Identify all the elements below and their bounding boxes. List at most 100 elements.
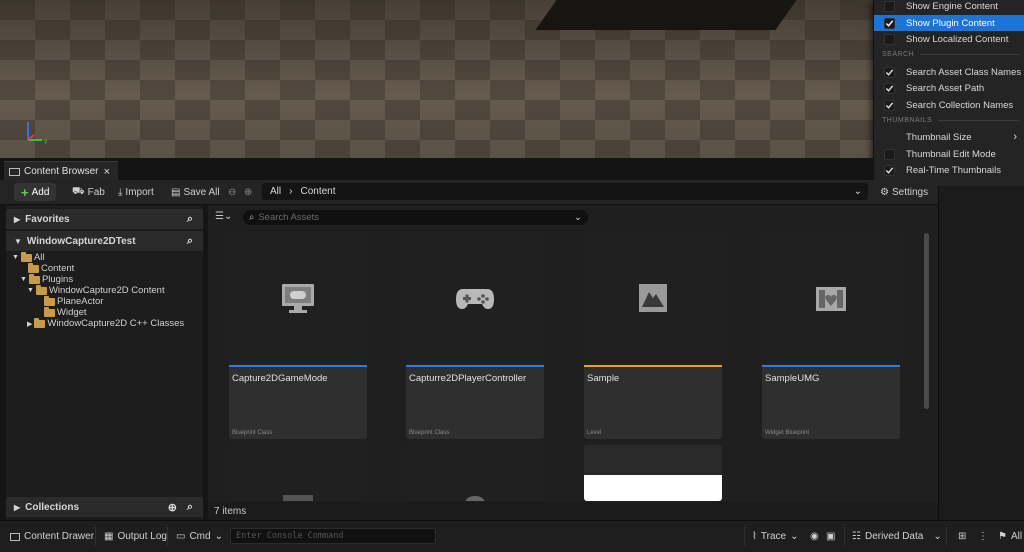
checkbox[interactable] [884, 164, 895, 176]
menu-item-search-asset-path[interactable]: Search Asset Path [874, 80, 1024, 96]
folder-icon [44, 295, 55, 306]
search-assets-input[interactable]: ⌕ Search Assets ⌄ [243, 210, 588, 225]
widget-blueprint-icon [816, 287, 846, 311]
chevron-down-icon: ⌄ [790, 531, 799, 542]
breadcrumb-separator-icon: › [289, 186, 293, 197]
source-control-button[interactable]: ⊞ [958, 521, 966, 552]
menu-item-search-collection-names[interactable]: Search Collection Names [874, 97, 1024, 113]
add-button[interactable]: + Add [14, 183, 57, 201]
expand-arrow-icon: ▶ [14, 214, 21, 224]
save-all-button[interactable]: ▤ Save All [171, 183, 220, 201]
fab-button[interactable]: ⛟ Fab [72, 183, 105, 201]
tree-item-content[interactable]: Content [28, 262, 74, 274]
checkbox[interactable] [884, 17, 895, 29]
asset-type: Blueprint Class [232, 430, 273, 436]
output-log-button[interactable]: ▦ Output Log [104, 521, 167, 552]
breadcrumb-content[interactable]: Content [300, 186, 335, 197]
trace-dropdown[interactable]: ⌇ Trace ⌄ [752, 521, 798, 552]
asset-card[interactable]: Sample Level [584, 231, 722, 439]
derived-data-dropdown[interactable]: ☷ Derived Data ⌄ [852, 521, 942, 552]
checkbox[interactable] [884, 99, 895, 111]
history-back-button[interactable]: ⊖ [228, 183, 236, 201]
menu-item-show-localized-content[interactable]: Show Localized Content [874, 31, 1024, 47]
asset-name: Capturre2DPlayerController [409, 373, 527, 384]
menu-item-show-engine-content[interactable]: Show Engine Content [874, 0, 1024, 14]
asset-card[interactable]: Capturre2DPlayerController Blueprint Cla… [406, 231, 544, 439]
asset-card[interactable]: SampleUMG Widget Blueprint [762, 231, 900, 439]
asset-card[interactable]: Capture2DGameMode Blueprint Class [229, 231, 367, 439]
tree-item-plane-actor[interactable]: PlaneActor [44, 295, 103, 307]
asset-card[interactable] [584, 445, 722, 501]
trace-icon: ⌇ [752, 531, 757, 542]
menu-item-thumbnail-size[interactable]: Thumbnail Size › [874, 129, 1024, 145]
history-forward-button[interactable]: ⊕ [244, 183, 252, 201]
chevron-right-icon: › [1013, 131, 1017, 143]
checkbox[interactable] [884, 33, 895, 45]
filter-icon[interactable]: ☰⌄ [215, 211, 232, 222]
screenshot-button[interactable]: ▣ [826, 521, 835, 552]
gear-icon: ⚙ [880, 186, 889, 198]
save-icon: ▤ [171, 186, 181, 198]
chevron-down-icon: ⌄ [214, 531, 223, 542]
content-browser-options-menu: Show Engine Content Show Plugin Content … [873, 0, 1024, 186]
close-tab-icon[interactable]: × [104, 166, 110, 178]
chevron-down-icon: ⌄ [933, 531, 942, 542]
save-status-icon: ⚑ [998, 531, 1007, 542]
checkbox[interactable] [884, 82, 895, 94]
asset-thumbnail-preview [584, 475, 722, 501]
tree-item-plugin-content[interactable]: ▼ WindowCapture2D Content [27, 284, 165, 296]
asset-card[interactable] [406, 445, 544, 501]
tab-bar: Content Browser × [0, 158, 873, 181]
menu-item-show-plugin-content[interactable]: Show Plugin Content [874, 15, 1024, 31]
collapse-arrow-icon: ▼ [14, 236, 22, 246]
checkbox[interactable] [884, 66, 895, 78]
derived-data-icon: ☷ [852, 531, 861, 542]
menu-item-real-time-thumbnails[interactable]: Real-Time Thumbnails [874, 162, 1024, 178]
favorites-header[interactable]: ▶ Favorites ⌕ [6, 209, 203, 229]
tree-item-widget[interactable]: Widget [44, 306, 87, 318]
more-options-button[interactable]: ⋮ [978, 521, 988, 552]
console-command-input[interactable]: Enter Console Command [230, 528, 436, 544]
asset-name: Capture2DGameMode [232, 373, 328, 384]
record-button[interactable]: ◉ [810, 521, 819, 552]
asset-scrollbar[interactable] [924, 233, 929, 409]
checkbox[interactable] [884, 0, 895, 12]
tree-item-all[interactable]: ▼ All [12, 251, 45, 263]
add-collection-icon[interactable]: ⊕ [168, 501, 177, 514]
all-saved-button[interactable]: ⚑ All [998, 521, 1022, 552]
svg-text:y: y [44, 138, 48, 144]
checkbox[interactable] [884, 148, 895, 160]
asset-card[interactable] [229, 445, 367, 501]
plus-icon: + [21, 184, 29, 200]
content-drawer-button[interactable]: Content Drawer [10, 521, 94, 552]
level-viewport[interactable]: y [0, 0, 1024, 158]
breadcrumb-all[interactable]: All [270, 186, 281, 197]
menu-section-search: SEARCH [882, 51, 1020, 58]
search-icon[interactable]: ⌕ [187, 213, 193, 226]
asset-name: SampleUMG [765, 373, 820, 384]
asset-status-bar: 7 items [208, 502, 938, 520]
item-count: 7 items [214, 505, 247, 517]
chevron-down-icon[interactable]: ⌄ [574, 212, 582, 223]
search-icon[interactable]: ⌕ [187, 501, 193, 514]
check-icon [885, 68, 894, 76]
asset-type: Level [587, 430, 602, 436]
import-button[interactable]: ⤓ Import [118, 183, 154, 201]
menu-item-search-asset-class-names[interactable]: Search Asset Class Names [874, 64, 1024, 80]
settings-button[interactable]: ⚙ Settings [880, 183, 928, 201]
search-icon[interactable]: ⌕ [187, 235, 193, 248]
chevron-down-icon[interactable]: ⌄ [854, 186, 862, 197]
menu-item-thumbnail-edit-mode[interactable]: Thumbnail Edit Mode [874, 146, 1024, 162]
status-bar: Content Drawer ▦ Output Log ▭ Cmd ⌄ Ente… [0, 520, 1024, 552]
tab-content-browser[interactable]: Content Browser × [4, 161, 118, 181]
collections-header[interactable]: ▶ Collections ⊕ ⌕ [6, 497, 203, 517]
tree-item-plugins[interactable]: ▼ Plugins [20, 273, 73, 285]
record-icon: ◉ [810, 531, 819, 542]
asset-view: ☰⌄ ⌕ Search Assets ⌄ Capture2DGameMode B… [208, 205, 938, 520]
console-icon: ▭ [176, 531, 186, 542]
source-control-icon: ⊞ [958, 531, 967, 542]
project-header[interactable]: ▼ WindowCapture2DTest ⌕ [6, 231, 203, 251]
tree-item-cpp-classes[interactable]: ▶ WindowCapture2D C++ Classes [27, 317, 184, 329]
forward-arrow-icon: ⊕ [244, 186, 253, 198]
cmd-dropdown[interactable]: ▭ Cmd ⌄ [176, 521, 223, 552]
